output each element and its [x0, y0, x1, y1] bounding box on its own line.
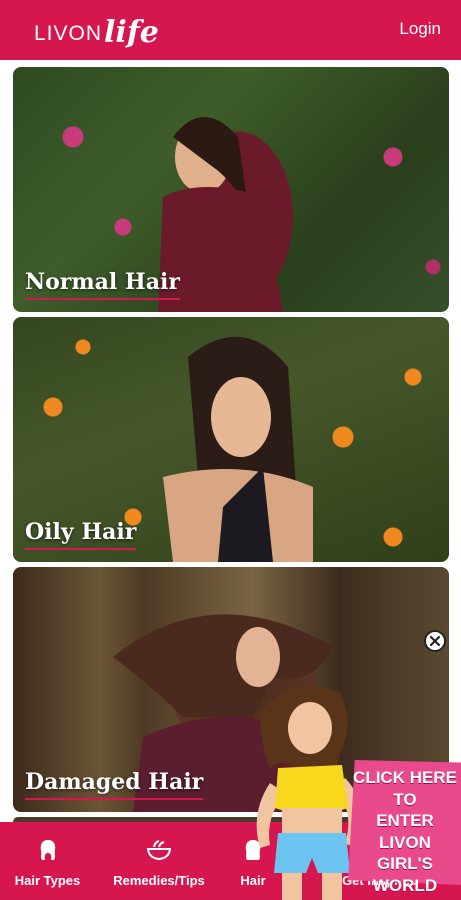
card-title: Damaged Hair — [25, 769, 204, 800]
app-header: LIVON life Login — [0, 0, 461, 60]
hair-type-card-oily[interactable]: Oily Hair — [13, 317, 449, 562]
nav-label: Remedies/Tips — [113, 873, 205, 888]
nav-item-hair-types[interactable]: Hair Types — [0, 822, 95, 900]
logo-script-text: life — [104, 15, 159, 50]
logo-brand-text: LIVON — [34, 22, 103, 45]
livon-life-logo[interactable]: LIVON life — [34, 12, 159, 48]
hair-icon — [36, 838, 60, 867]
promo-cta-text[interactable]: CLICK HERE TO ENTER LIVON GIRL'S WORLD — [349, 767, 461, 896]
login-button[interactable]: Login — [399, 19, 441, 39]
nav-item-remedies-tips[interactable]: Remedies/Tips — [100, 822, 218, 900]
bowl-icon — [146, 838, 172, 867]
promo-close-button[interactable] — [424, 630, 446, 652]
nav-label: Hair Types — [14, 873, 81, 888]
hair-type-card-normal[interactable]: Normal Hair — [13, 67, 449, 312]
card-title: Oily Hair — [25, 519, 137, 550]
close-icon — [429, 635, 441, 647]
card-title: Normal Hair — [25, 269, 180, 300]
